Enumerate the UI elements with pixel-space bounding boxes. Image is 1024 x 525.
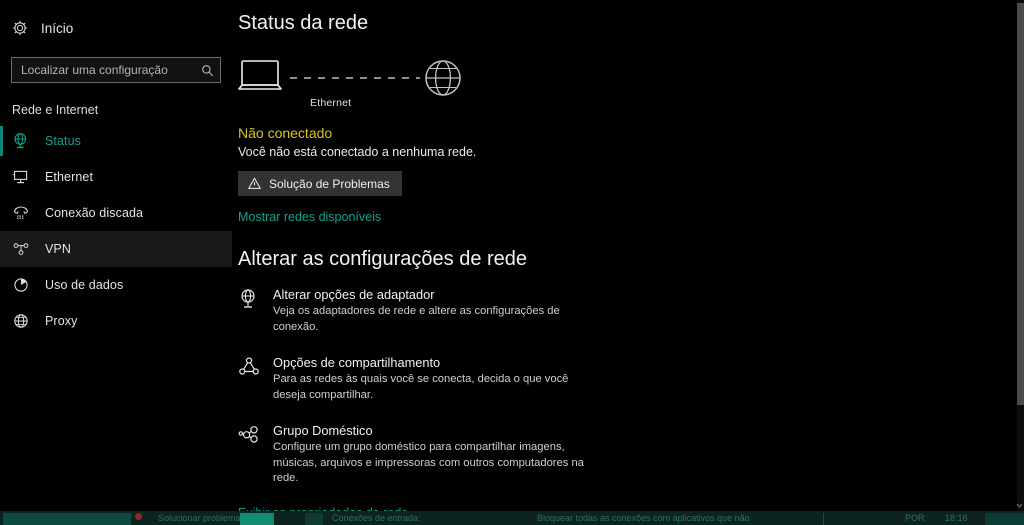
page-title: Status da rede <box>238 12 369 34</box>
bg-divider <box>823 513 824 525</box>
option-sharing-settings-title: Opções de compartilhamento <box>273 354 441 370</box>
status-description: Você não está conectado a nenhuma rede. <box>238 145 477 159</box>
settings-section-title: Alterar as configurações de rede <box>238 248 528 270</box>
option-homegroup-desc: Configure um grupo doméstico para compar… <box>273 440 584 485</box>
scrollbar-thumb[interactable] <box>1017 3 1024 405</box>
vertical-scrollbar[interactable] <box>1017 0 1024 513</box>
background-window-strip[interactable]: Solucionar problemas com a Conexões de e… <box>0 511 1024 525</box>
show-available-networks-link[interactable]: Mostrar redes disponíveis <box>238 210 1024 224</box>
search-input[interactable] <box>21 63 201 77</box>
globe-icon <box>12 312 30 330</box>
option-sharing-settings-desc: Para as redes às quais você se conecta, … <box>273 372 569 401</box>
bg-red-dot-icon <box>135 513 142 520</box>
vpn-network-icon <box>12 240 30 258</box>
search-icon[interactable] <box>201 64 214 77</box>
status-headline: Não conectado <box>238 125 333 141</box>
settings-options-list: Alterar opções de adaptador Veja os adap… <box>238 287 1024 487</box>
sharing-options-icon <box>238 356 260 378</box>
sidebar: Início Rede e Internet <box>0 0 232 525</box>
sidebar-home-label: Início <box>41 20 74 36</box>
sidebar-category-label: Rede e Internet <box>12 103 99 117</box>
homegroup-icon <box>238 424 260 446</box>
sidebar-item-proxy[interactable]: Proxy <box>0 303 232 339</box>
content-pane: Status da rede Ethernet Não conectado Vo… <box>232 0 1024 525</box>
sidebar-item-proxy-label: Proxy <box>45 314 78 328</box>
sidebar-item-ethernet-label: Ethernet <box>45 170 94 184</box>
troubleshoot-button-label: Solução de Problemas <box>269 176 390 191</box>
sidebar-item-status[interactable]: Status <box>0 123 232 159</box>
taskbar-clock[interactable]: 18:16 <box>945 513 968 523</box>
sidebar-item-dialup[interactable]: Conexão discada <box>0 195 232 231</box>
bg-panel-left <box>3 513 131 525</box>
sidebar-item-vpn[interactable]: VPN <box>0 231 232 267</box>
chevron-down-icon[interactable] <box>1016 502 1023 509</box>
network-connection-label: Ethernet <box>310 97 352 109</box>
bg-green-highlight <box>240 513 274 525</box>
option-adapter-settings-title: Alterar opções de adaptador <box>273 287 435 302</box>
bg-window-icon <box>305 513 323 525</box>
bg-panel-right <box>985 513 1024 525</box>
bg-block-text: Bloquear todas as conexões com aplicativ… <box>537 513 750 523</box>
option-sharing-settings[interactable]: Opções de compartilhamento Para as redes… <box>238 355 1024 404</box>
option-homegroup[interactable]: Grupo Doméstico Configure um grupo domés… <box>238 423 1024 488</box>
option-adapter-settings-desc: Veja os adaptadores de rede e altere as … <box>273 305 560 333</box>
settings-window: Início Rede e Internet <box>0 0 1024 525</box>
dialup-phone-icon <box>12 204 30 222</box>
sidebar-home[interactable]: Início <box>0 13 232 43</box>
troubleshoot-button[interactable]: Solução de Problemas <box>238 171 402 196</box>
sidebar-item-data-usage-label: Uso de dados <box>45 278 124 292</box>
warning-triangle-icon <box>247 177 262 190</box>
sidebar-item-ethernet[interactable]: Ethernet <box>0 159 232 195</box>
option-adapter-settings[interactable]: Alterar opções de adaptador Veja os adap… <box>238 287 1024 336</box>
pie-chart-icon <box>12 276 30 294</box>
search-box[interactable] <box>11 57 221 83</box>
option-homegroup-title: Grupo Doméstico <box>273 422 373 438</box>
network-diagram: Ethernet <box>238 57 478 109</box>
gear-icon <box>12 20 28 36</box>
globe-icon <box>425 60 461 96</box>
bg-incoming-label: Conexões de entrada: <box>332 513 421 523</box>
sidebar-nav: Status Ethernet Conexão discada VPN Uso … <box>0 123 232 339</box>
adapter-options-icon <box>238 288 260 310</box>
sidebar-item-vpn-label: VPN <box>45 242 72 256</box>
network-globe-icon <box>12 132 30 150</box>
laptop-icon <box>238 60 282 90</box>
taskbar-language-indicator[interactable]: POR <box>905 513 925 523</box>
sidebar-item-dialup-label: Conexão discada <box>45 206 144 220</box>
sidebar-item-status-label: Status <box>45 134 82 148</box>
sidebar-item-data-usage[interactable]: Uso de dados <box>0 267 232 303</box>
monitor-icon <box>12 168 30 186</box>
